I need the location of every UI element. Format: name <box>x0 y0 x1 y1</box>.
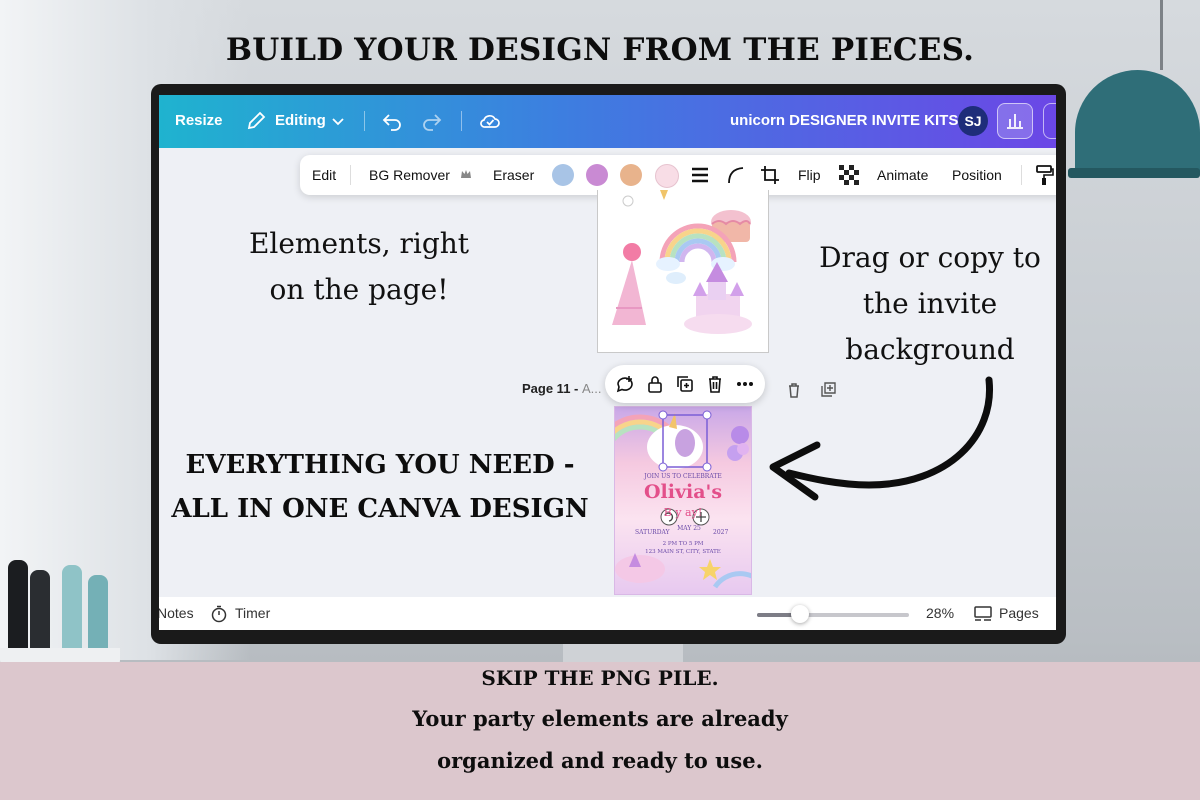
curved-arrow <box>769 376 994 501</box>
footer-line2: Your party elements are already <box>412 706 788 731</box>
toolbar-divider <box>350 165 351 185</box>
pendant-lamp <box>1075 70 1200 175</box>
animate-button[interactable]: Animate <box>877 167 928 183</box>
page-headline: BUILD YOUR DESIGN FROM THE PIECES. <box>225 32 975 68</box>
canva-screen: Resize Editing unicorn DESIGNER INVITE K… <box>159 95 1056 630</box>
invite-date-month: MAY 25 <box>677 525 701 532</box>
invite-page[interactable]: JOIN US TO CELEBRATE Olivia's B y ay! SA… <box>614 406 752 595</box>
comment-add-icon[interactable] <box>615 374 635 394</box>
invite-time: 2 PM TO 5 PM <box>662 541 704 547</box>
redo-icon[interactable] <box>421 110 443 132</box>
zoom-slider[interactable] <box>757 605 909 623</box>
crop-icon[interactable] <box>760 165 780 185</box>
elements-page[interactable] <box>597 190 769 353</box>
footer-line3: organized and ready to use. <box>437 748 763 773</box>
color-swatch-3[interactable] <box>620 164 642 186</box>
timer-button[interactable]: Timer <box>235 605 270 621</box>
footer-line1: SKIP THE PNG PILE. <box>481 666 719 690</box>
editor-bottombar: Notes Timer 28% Pages <box>159 597 1056 630</box>
page-label-title: A... <box>581 381 602 396</box>
bar-chart-icon <box>1007 114 1023 129</box>
lock-icon[interactable] <box>645 374 665 394</box>
edit-button[interactable]: Edit <box>312 167 336 183</box>
timer-icon[interactable] <box>210 605 228 623</box>
annotation-drag-line3: background <box>845 333 1015 366</box>
annotation-elements-line2: on the page! <box>269 273 449 306</box>
avatar[interactable]: SJ <box>958 106 988 136</box>
chevron-down-icon[interactable] <box>327 110 349 132</box>
position-button[interactable]: Position <box>952 167 1002 183</box>
zoom-slider-knob[interactable] <box>790 605 809 623</box>
invite-intro: JOIN US TO CELEBRATE <box>644 473 722 480</box>
invite-address: 123 MAIN ST, CITY, STATE <box>645 549 721 555</box>
line-weight-icon[interactable] <box>690 165 710 185</box>
element-action-pill <box>605 365 765 403</box>
editing-mode-dropdown[interactable]: Editing <box>275 112 326 129</box>
invite-birthday: B y ay! <box>663 506 703 519</box>
pendant-lamp-rim <box>1068 168 1200 178</box>
eraser-button[interactable]: Eraser <box>493 167 534 183</box>
pages-button[interactable]: Pages <box>999 605 1039 621</box>
pencil-icon <box>247 111 266 130</box>
marker-teal-1 <box>62 565 82 650</box>
share-button-partial[interactable] <box>1043 103 1056 139</box>
more-options-icon[interactable] <box>735 374 755 394</box>
notes-button[interactable]: Notes <box>159 605 194 621</box>
invite-name: Olivia's <box>643 481 723 503</box>
element-toolbar: Edit BG Remover Eraser Flip Animate Posi… <box>300 155 1056 195</box>
pages-icon[interactable] <box>973 605 993 623</box>
annotation-everything-line2: ALL IN ONE CANVA DESIGN <box>171 494 589 524</box>
resize-button[interactable]: Resize <box>175 112 223 129</box>
page-label-number: Page 11 - <box>522 381 582 396</box>
marker-black-1 <box>8 560 28 650</box>
document-title[interactable]: unicorn DESIGNER INVITE KITS <box>730 112 958 129</box>
color-swatch-4[interactable] <box>655 164 679 188</box>
topbar-divider <box>461 111 462 131</box>
page-label[interactable]: Page 11 - A... <box>522 381 602 396</box>
color-swatch-2[interactable] <box>586 164 608 186</box>
invite-date-day: SATURDAY <box>635 529 670 536</box>
annotation-everything-line1: EVERYTHING YOU NEED - <box>185 450 575 480</box>
toolbar-divider <box>1021 165 1022 185</box>
color-swatch-1[interactable] <box>552 164 574 186</box>
flip-button[interactable]: Flip <box>798 167 821 183</box>
bg-remover-button[interactable]: BG Remover <box>369 167 450 183</box>
editor-topbar: Resize Editing unicorn DESIGNER INVITE K… <box>159 95 1056 148</box>
corner-rounding-icon[interactable] <box>726 165 746 185</box>
transparency-icon[interactable] <box>839 165 859 185</box>
zoom-level[interactable]: 28% <box>926 605 954 621</box>
duplicate-icon[interactable] <box>675 374 695 394</box>
annotation-drag-line2: the invite <box>862 287 998 320</box>
footer-banner: SKIP THE PNG PILE. Your party elements a… <box>0 662 1200 800</box>
elements-illustration <box>612 190 752 334</box>
trash-icon[interactable] <box>705 374 725 394</box>
marker-black-2 <box>30 570 50 650</box>
invite-date-year: 2027 <box>713 529 729 536</box>
annotation-elements-line1: Elements, right <box>248 227 470 260</box>
paint-roller-icon[interactable] <box>1034 164 1054 186</box>
crown-icon <box>461 170 471 178</box>
insights-button[interactable] <box>997 103 1033 139</box>
topbar-divider <box>364 111 365 131</box>
undo-icon[interactable] <box>381 110 403 132</box>
cloud-saved-icon[interactable] <box>479 110 501 132</box>
marker-teal-2 <box>88 575 108 650</box>
annotation-drag-line1: Drag or copy to <box>819 241 1041 274</box>
